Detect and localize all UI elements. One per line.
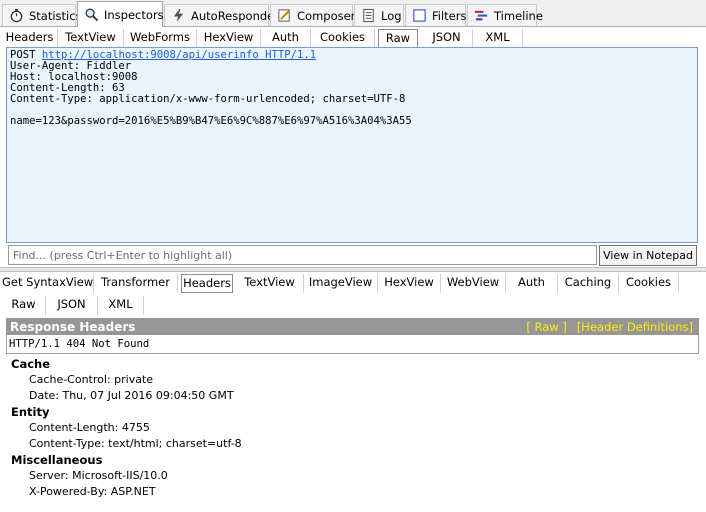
tab-label: Composer	[297, 8, 356, 23]
response-headers-bar: Response Headers [ Raw ] [Header Definit…	[6, 318, 699, 335]
resp-tab-caching[interactable]: Caching	[558, 274, 619, 293]
tab-inspectors[interactable]: Inspectors	[77, 1, 164, 27]
pencil-icon	[278, 9, 290, 22]
req-tab-xml[interactable]: XML	[473, 29, 523, 48]
resp-tab-auth[interactable]: Auth	[506, 274, 558, 293]
tab-autoresponder[interactable]: AutoResponder	[164, 4, 279, 26]
resp-tab-imageview[interactable]: ImageView	[304, 274, 378, 293]
req-tab-headers[interactable]: Headers	[2, 29, 58, 48]
view-in-notepad-button[interactable]: View in Notepad	[599, 245, 697, 266]
response-tab-strip-1: Get SyntaxView Transformer Headers TextV…	[0, 272, 706, 293]
tab-composer[interactable]: Composer	[270, 4, 356, 26]
request-tab-strip: Headers TextView WebForms HexView Auth C…	[0, 27, 706, 48]
header-item[interactable]: Cache-Control: private	[29, 373, 153, 386]
req-tab-textview[interactable]: TextView	[58, 29, 124, 48]
request-protocol: HTTP/1.1	[265, 49, 317, 61]
header-item[interactable]: Content-Type: text/html; charset=utf-8	[29, 437, 242, 450]
tab-timeline[interactable]: Timeline	[467, 4, 543, 26]
tab-label: AutoResponder	[191, 8, 279, 23]
request-raw-text[interactable]: POST http://localhost:9008/api/userinfo …	[6, 47, 698, 243]
response-headers-title: Response Headers	[10, 319, 136, 334]
tab-label: Inspectors	[104, 7, 164, 22]
response-tab-strip-2: Raw JSON XML	[0, 294, 706, 315]
timeline-icon	[474, 10, 488, 21]
resp-tab-xml[interactable]: XML	[98, 296, 144, 315]
request-body: name=123&password=2016%E5%B9%B47%E6%9C%8…	[10, 115, 412, 127]
tab-log[interactable]: Log	[354, 4, 404, 26]
header-group-entity[interactable]: Entity	[11, 405, 49, 419]
req-tab-auth[interactable]: Auth	[261, 29, 311, 48]
checkbox-icon	[413, 9, 426, 22]
resp-tab-webview[interactable]: WebView	[441, 274, 506, 293]
header-item[interactable]: Content-Length: 4755	[29, 421, 150, 434]
tab-filters[interactable]: Filters	[405, 4, 466, 26]
resp-tab-syntaxview[interactable]: Get SyntaxView	[2, 274, 94, 293]
raw-link[interactable]: [ Raw ]	[526, 320, 566, 334]
resp-tab-hexview[interactable]: HexView	[378, 274, 441, 293]
header-item[interactable]: Date: Thu, 07 Jul 2016 09:04:50 GMT	[29, 389, 234, 402]
tab-label: Timeline	[494, 8, 543, 23]
resp-tab-json[interactable]: JSON	[46, 296, 98, 315]
magnifier-icon	[85, 8, 99, 22]
req-tab-webforms[interactable]: WebForms	[124, 29, 197, 48]
resp-tab-raw[interactable]: Raw	[2, 296, 46, 315]
resp-tab-textview[interactable]: TextView	[236, 274, 304, 293]
header-item[interactable]: Server: Microsoft-IIS/10.0	[29, 469, 168, 482]
resp-tab-cookies[interactable]: Cookies	[619, 274, 679, 293]
lightning-icon	[173, 8, 184, 23]
response-status-line: HTTP/1.1 404 Not Found	[6, 335, 699, 354]
main-tab-strip: Statistics Inspectors AutoResponder Comp…	[0, 0, 706, 27]
req-tab-json[interactable]: JSON	[421, 29, 473, 48]
header-item[interactable]: X-Powered-By: ASP.NET	[29, 485, 156, 498]
header-definitions-link[interactable]: [Header Definitions]	[577, 320, 693, 334]
req-tab-cookies[interactable]: Cookies	[311, 29, 375, 48]
resp-tab-transformer[interactable]: Transformer	[94, 274, 178, 293]
log-icon	[363, 8, 374, 23]
tab-label: Filters	[432, 8, 467, 23]
req-tab-hexview[interactable]: HexView	[197, 29, 261, 48]
header-group-cache[interactable]: Cache	[11, 357, 50, 371]
req-tab-raw[interactable]: Raw	[378, 29, 418, 48]
header-group-miscellaneous[interactable]: Miscellaneous	[11, 453, 102, 467]
resp-tab-headers[interactable]: Headers	[181, 274, 233, 293]
tab-label: Statistics	[29, 8, 82, 23]
tab-statistics[interactable]: Statistics	[2, 4, 82, 26]
request-headers: User-Agent: Fiddler Host: localhost:9008…	[10, 60, 406, 105]
tab-label: Log	[381, 8, 402, 23]
stopwatch-icon	[10, 8, 23, 23]
find-input[interactable]	[8, 245, 597, 265]
